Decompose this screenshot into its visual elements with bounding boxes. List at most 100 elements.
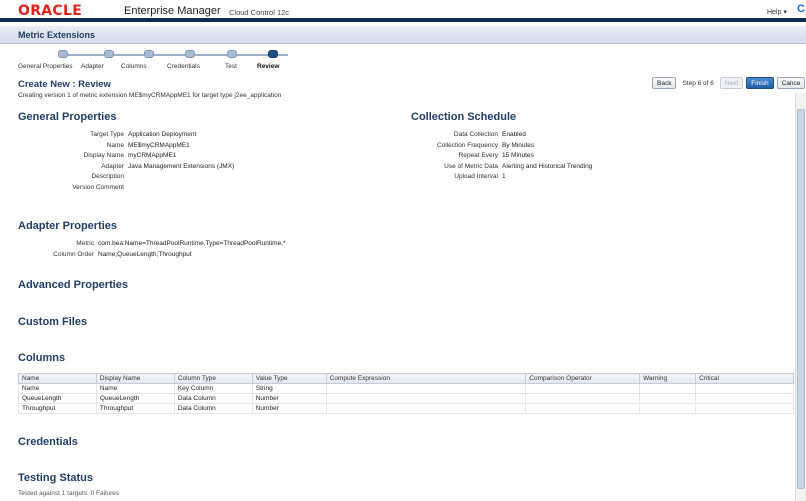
table-cell: Name (18, 383, 97, 394)
advanced-properties-heading[interactable]: Advanced Properties (18, 279, 128, 291)
table-cell: Number (251, 403, 327, 414)
schedule-property-label: Repeat Every (458, 152, 498, 159)
table-cell: QueueLength (18, 393, 97, 404)
finish-button[interactable]: Finish (746, 77, 774, 89)
schedule-property-label: Data Collection (453, 131, 498, 138)
step-indicator: Step 6 of 6 (682, 79, 714, 87)
general-property-value: ME$myCRMAppME1 (128, 141, 190, 149)
cancel-button[interactable]: Cance (776, 77, 806, 89)
column-header[interactable]: Display Name (95, 373, 175, 384)
general-property-label: Adapter (101, 162, 124, 170)
schedule-property-label: Collection Frequency (436, 141, 498, 149)
train-step-label[interactable]: General Properties (18, 63, 73, 70)
table-cell (639, 403, 697, 414)
custom-files-heading[interactable]: Custom Files (18, 316, 87, 328)
table-cell: Throughput (95, 403, 175, 414)
table-cell: Number (251, 393, 327, 404)
train-step-label[interactable]: Columns (121, 63, 147, 70)
scrollbar-thumb[interactable] (797, 109, 805, 489)
page-header-band: Metric Extensions (0, 26, 806, 44)
page-title: Create New : Review (18, 79, 111, 90)
table-cell (525, 403, 641, 414)
product-title: Enterprise Manager (124, 5, 221, 17)
table-cell (325, 393, 527, 404)
schedule-property-label: Upload Interval (454, 173, 498, 180)
table-cell: QueueLength (95, 393, 175, 404)
column-header[interactable]: Compute Expression (325, 373, 527, 384)
back-button[interactable]: Back (652, 77, 677, 89)
table-cell (325, 403, 527, 414)
table-cell (695, 383, 794, 394)
general-properties-heading: General Properties (18, 111, 117, 123)
testing-status-text: Tested against 1 targets: 0 Failures (18, 490, 120, 497)
adapter-property-value: Name;QueueLength;Throughput (98, 250, 192, 258)
column-header[interactable]: Value Type (251, 373, 327, 384)
column-header[interactable]: Column Type (173, 373, 253, 384)
train-step-label[interactable]: Review (257, 63, 279, 70)
table-cell (525, 383, 641, 394)
train-step-label[interactable]: Test (225, 63, 237, 70)
table-cell (325, 383, 527, 394)
column-header[interactable]: Comparison Operator (525, 373, 641, 384)
train-step-credentials-icon[interactable] (185, 50, 195, 58)
top-bar: ORACLE Enterprise Manager Cloud Control … (0, 0, 806, 22)
table-cell: Throughput (18, 403, 97, 414)
general-property-label: Display Name (83, 152, 124, 159)
table-row[interactable]: QueueLength QueueLength Data Column Number (18, 393, 794, 404)
wizard-train: General Properties Adapter Columns Credenti… (18, 48, 308, 76)
next-button[interactable]: Next (719, 77, 744, 89)
general-property-label: Version Comment (72, 183, 124, 191)
adapter-properties-heading: Adapter Properties (18, 220, 118, 232)
schedule-property-label: Use of Metric Data (444, 162, 498, 170)
general-property-value: Java Management Extensions (JMX) (128, 162, 235, 170)
table-cell: String (251, 383, 327, 394)
vertical-scrollbar[interactable] (795, 93, 806, 501)
adapter-property-label: Metric (76, 240, 94, 247)
column-header[interactable]: Name (18, 373, 97, 384)
table-cell (695, 403, 794, 414)
columns-table: Name Display Name Column Type Value Type Com… (18, 373, 794, 414)
page-description: Creating version 1 of metric extension M… (18, 92, 282, 99)
table-cell (639, 393, 697, 404)
train-step-adapter-icon[interactable] (104, 50, 114, 58)
schedule-property-value: By Minutes (502, 141, 535, 149)
oracle-logo: ORACLE (18, 3, 83, 19)
table-cell: Key Column (173, 383, 253, 394)
table-row[interactable]: Throughput Throughput Data Column Number (18, 403, 794, 414)
general-property-label: Target Type (90, 131, 124, 138)
testing-status-heading: Testing Status (18, 472, 93, 484)
column-header[interactable]: Critical (695, 373, 794, 384)
column-header[interactable]: Warning (639, 373, 697, 384)
schedule-property-value: Alerting and Historical Trending (502, 162, 593, 170)
table-row[interactable]: Name Name Key Column String (18, 383, 794, 394)
wizard-nav: Back Step 6 of 6 Next Finish Cance (652, 77, 806, 89)
train-step-test-icon[interactable] (227, 50, 237, 58)
band-title: Metric Extensions (18, 30, 96, 40)
table-cell (525, 393, 641, 404)
train-step-label[interactable]: Credentials (167, 63, 200, 70)
train-step-review-icon[interactable] (268, 50, 278, 58)
user-menu-icon[interactable]: C (797, 3, 805, 15)
schedule-property-value: 15 Minutes (502, 152, 534, 159)
train-step-label[interactable]: Adapter (81, 63, 104, 70)
product-subtitle: Cloud Control 12c (229, 8, 290, 17)
general-property-label: Description (91, 173, 124, 180)
adapter-property-value: com.bea:Name=ThreadPoolRuntime,Type=Thre… (98, 240, 286, 247)
table-cell: Name (95, 383, 175, 394)
general-property-value: Application Deployment (128, 131, 197, 138)
help-menu[interactable]: Help ▾ (767, 8, 787, 16)
train-connector (58, 54, 288, 56)
columns-heading: Columns (18, 352, 66, 364)
general-property-value: myCRMAppME1 (128, 152, 177, 159)
credentials-heading: Credentials (18, 436, 78, 448)
table-cell (695, 393, 794, 404)
table-cell: Data Column (173, 393, 253, 404)
train-step-columns-icon[interactable] (144, 50, 154, 58)
adapter-property-label: Column Order (53, 250, 94, 258)
train-step-general-properties-icon[interactable] (58, 50, 68, 58)
collection-schedule-heading: Collection Schedule (411, 111, 517, 123)
table-cell: Data Column (173, 403, 253, 414)
general-property-label: Name (106, 141, 124, 149)
table-cell (639, 383, 697, 394)
schedule-property-value: Enabled (502, 131, 526, 138)
